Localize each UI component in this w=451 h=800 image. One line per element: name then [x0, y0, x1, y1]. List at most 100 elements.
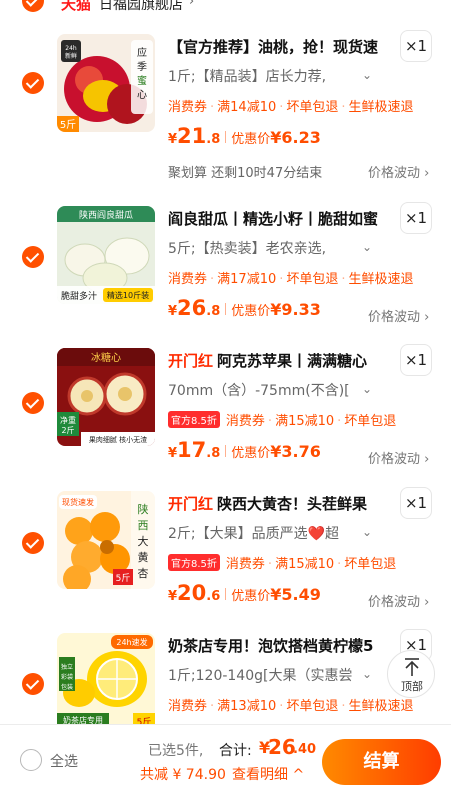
svg-text:黄: 黄	[138, 550, 149, 564]
promo-refund: 生鲜极速退	[348, 272, 414, 287]
promo-discount: 满13减10	[217, 699, 277, 714]
svg-text:陕: 陕	[138, 502, 149, 516]
promo-coupon: 消费券	[168, 272, 208, 287]
svg-text:包装: 包装	[61, 683, 73, 691]
product-image-nectarine[interactable]: 应 季 蜜 心 24h 新鲜 5斤	[57, 34, 155, 132]
svg-text:脆甜多汁: 脆甜多汁	[61, 290, 97, 302]
product-image-lemon[interactable]: 24h速发 独立 彩袋 包装 奶茶店专用 5斤	[57, 633, 155, 724]
promo-tags: 消费券 · 满14减10 · 坏单包退 · 生鲜极速退	[168, 100, 414, 115]
arrow-up-icon	[405, 658, 419, 676]
quantity-selector[interactable]: ×1	[400, 202, 432, 234]
promo-tags: 消费券 · 满17减10 · 坏单包退 · 生鲜极速退	[168, 272, 414, 287]
product-title[interactable]: 【官方推荐】油桃，抢！现货速	[168, 36, 390, 58]
price-row: ¥20.6 优惠价¥5.49	[168, 581, 321, 605]
svg-text:24h: 24h	[65, 45, 77, 52]
tmall-logo: 天猫	[61, 0, 92, 13]
promo-discount: 满15减10	[275, 414, 335, 429]
promo-return: 坏单包退	[286, 272, 339, 287]
price-integer: 20	[177, 581, 207, 605]
promo-return: 坏单包退	[344, 557, 397, 572]
product-image-apple[interactable]: 冰糖心 净重 2斤 果肉细腻 核小无渣	[57, 348, 155, 446]
price-trend-link[interactable]: 价格波动 ›	[368, 306, 429, 325]
svg-text:季: 季	[137, 61, 147, 73]
price-row: ¥26.8 优惠价¥9.33	[168, 296, 321, 320]
svg-text:彩袋: 彩袋	[61, 673, 73, 681]
back-to-top-label: 顶部	[401, 680, 423, 693]
back-to-top-button[interactable]: 顶部	[387, 650, 435, 698]
svg-text:奶茶店专用: 奶茶店专用	[63, 715, 103, 724]
total-decimal: .40	[293, 742, 317, 757]
sku-selector[interactable]: 2斤;【大果】品质严选❤️超	[168, 523, 378, 547]
promo-return: 坏单包退	[286, 699, 339, 714]
view-details-link[interactable]: 查看明细 ^	[232, 764, 304, 784]
total-amount: 26	[268, 735, 296, 759]
store-chevron-icon[interactable]: ›	[189, 0, 194, 9]
store-select-checkbox[interactable]	[22, 0, 44, 12]
chevron-down-icon[interactable]: ⌄	[362, 382, 372, 396]
promo-return: 坏单包退	[286, 100, 339, 115]
promo-coupon: 消费券	[225, 557, 265, 572]
item-checkbox[interactable]	[22, 532, 44, 554]
deal-price: ¥5.49	[270, 585, 321, 604]
promo-coupon: 消费券	[168, 699, 208, 714]
item-checkbox[interactable]	[22, 673, 44, 695]
svg-text:2斤: 2斤	[61, 425, 74, 435]
chevron-down-icon[interactable]: ⌄	[362, 667, 372, 681]
price-decimal: .8	[206, 304, 221, 319]
price-decimal: .8	[206, 132, 221, 147]
saved-amount: 共减 ¥ 74.90	[140, 767, 226, 783]
promo-discount: 满17减10	[217, 272, 277, 287]
chevron-down-icon[interactable]: ⌄	[362, 525, 372, 539]
store-name-link[interactable]: 日福园旗舰店	[99, 0, 183, 14]
svg-text:5斤: 5斤	[60, 119, 76, 131]
brand-tag: 开门红	[168, 495, 214, 513]
price-trend-link[interactable]: 价格波动 ›	[368, 162, 429, 181]
quantity-selector[interactable]: ×1	[400, 344, 432, 376]
cart-item-nectarine: 应 季 蜜 心 24h 新鲜 5斤 【官方推荐】油桃，抢！现货速 ×1 1斤;【…	[0, 30, 451, 181]
product-image-melon[interactable]: 陕西阎良甜瓜 脆甜多汁 精选10斤装	[57, 206, 155, 304]
price-trend-link[interactable]: 价格波动 ›	[368, 591, 429, 610]
sku-selector[interactable]: 1斤;【精品装】店长力荐,	[168, 66, 378, 90]
product-title[interactable]: 开门红 阿克苏苹果丨满满糖心	[168, 350, 390, 372]
promo-refund: 生鲜极速退	[348, 699, 414, 714]
sku-selector[interactable]: 70mm（含）-75mm(不含)[	[168, 380, 378, 404]
cart-item-apricot: 现货速发 陕 西 大 黄 杏 5斤 开门红 陕西大黄杏！头茬鲜果 ×1 2斤;【大…	[0, 487, 451, 627]
svg-text:果肉细腻 核小无渣: 果肉细腻 核小无渣	[89, 435, 147, 444]
price-integer: 17	[177, 438, 207, 462]
deal-label: 优惠价	[231, 589, 271, 604]
item-checkbox[interactable]	[22, 72, 44, 94]
item-checkbox[interactable]	[22, 392, 44, 414]
sku-selector[interactable]: 5斤;【热卖装】老农亲选,	[168, 238, 378, 262]
price-integer: 21	[177, 124, 207, 148]
select-all-checkbox[interactable]	[20, 749, 42, 771]
item-checkbox[interactable]	[22, 246, 44, 268]
activity-countdown: 聚划算 还剩10时47分结束	[168, 166, 323, 181]
price-decimal: .6	[206, 589, 221, 604]
cart-item-lemon: 24h速发 独立 彩袋 包装 奶茶店专用 5斤 奶茶店专用！泡饮搭档黄柠檬5 ×…	[0, 629, 451, 724]
svg-text:西: 西	[138, 519, 149, 532]
promo-tags: 消费券 · 满13减10 · 坏单包退 · 生鲜极速退	[168, 699, 414, 714]
quantity-selector[interactable]: ×1	[400, 30, 432, 62]
quantity-selector[interactable]: ×1	[400, 487, 432, 519]
svg-text:现货速发: 现货速发	[62, 497, 94, 507]
price-integer: 26	[177, 296, 207, 320]
chevron-down-icon[interactable]: ⌄	[362, 68, 372, 82]
svg-text:心: 心	[137, 89, 147, 101]
select-all-label[interactable]: 全选	[50, 751, 78, 771]
svg-text:5斤: 5斤	[116, 573, 131, 584]
sku-selector[interactable]: 1斤;120-140g[大果（实惠尝	[168, 665, 378, 689]
product-title[interactable]: 开门红 陕西大黄杏！头茬鲜果	[168, 493, 390, 515]
svg-text:精选10斤装: 精选10斤装	[107, 290, 149, 300]
product-title[interactable]: 奶茶店专用！泡饮搭档黄柠檬5	[168, 635, 390, 657]
svg-text:陕西阎良甜瓜: 陕西阎良甜瓜	[79, 209, 133, 221]
price-row: ¥21.8 优惠价¥6.23	[168, 124, 321, 148]
checkout-button[interactable]: 结算	[322, 739, 441, 785]
price-trend-link[interactable]: 价格波动 ›	[368, 448, 429, 467]
chevron-down-icon[interactable]: ⌄	[362, 240, 372, 254]
deal-label: 优惠价	[231, 132, 271, 147]
svg-text:蜜: 蜜	[137, 74, 147, 87]
product-title[interactable]: 阎良甜瓜丨精选小籽丨脆甜如蜜	[168, 208, 390, 230]
promo-coupon: 消费券	[225, 414, 265, 429]
product-image-apricot[interactable]: 现货速发 陕 西 大 黄 杏 5斤	[57, 491, 155, 589]
promo-tags: 官方8.5折 消费券 · 满15减10 · 坏单包退	[168, 410, 434, 430]
